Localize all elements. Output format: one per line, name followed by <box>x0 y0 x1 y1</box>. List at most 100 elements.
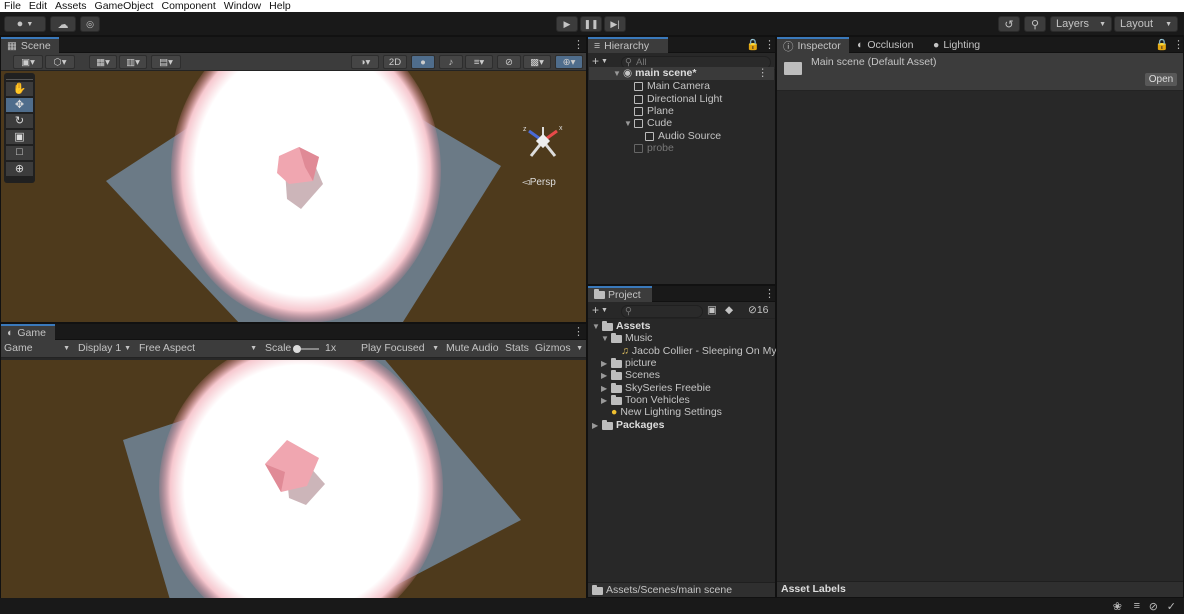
shading-dropdown[interactable]: ◑ ▾ <box>351 55 379 69</box>
menu-component[interactable]: Component <box>157 0 219 12</box>
more-icon[interactable]: ⋮ <box>764 287 775 300</box>
search-button[interactable]: ⚲ <box>1024 16 1046 32</box>
project-item-lighting-settings[interactable]: ● New Lighting Settings <box>611 406 722 419</box>
scene-tabbar: ▦ Scene ⋮ <box>1 37 586 53</box>
history-button[interactable]: ↺ <box>998 16 1020 32</box>
hierarchy-item-main-camera[interactable]: Main Camera <box>634 80 710 93</box>
play-focused-dropdown[interactable]: Play Focused ▼ <box>361 342 439 355</box>
pause-button[interactable]: ❚❚ <box>580 16 602 32</box>
hand-tool-icon[interactable]: ✋ <box>6 82 33 96</box>
menu-file[interactable]: File <box>0 0 25 12</box>
rotate-tool-icon[interactable]: ↻ <box>6 114 33 128</box>
toggle-2d-button[interactable]: 2D <box>383 55 407 69</box>
menu-edit[interactable]: Edit <box>25 0 51 12</box>
expand-arrow-icon[interactable]: ▼ <box>613 67 623 80</box>
project-item-music[interactable]: ▼ Music <box>601 332 652 345</box>
hierarchy-item-probe[interactable]: probe <box>634 142 674 155</box>
orientation-gizmo[interactable]: z x <box>523 125 563 157</box>
grid-snap-dropdown[interactable]: ▦ ▾ <box>89 55 117 69</box>
menu-help[interactable]: Help <box>265 0 295 12</box>
tab-hierarchy[interactable]: ≡ Hierarchy <box>588 37 668 53</box>
collab-button[interactable]: ◎ <box>80 16 100 32</box>
more-icon[interactable]: ⋮ <box>764 38 775 51</box>
folder-icon <box>594 289 605 299</box>
move-tool-icon[interactable]: ✥ <box>6 98 33 112</box>
gizmos-dropdown[interactable]: ⊕ ▾ <box>555 55 583 69</box>
visibility-toggle[interactable]: ⊘ <box>497 55 521 69</box>
expand-arrow-icon[interactable]: ▶ <box>592 419 602 432</box>
project-item-packages[interactable]: ▶ Packages <box>592 419 664 432</box>
expand-arrow-icon[interactable]: ▼ <box>624 117 634 130</box>
step-icon: ▶| <box>610 18 620 29</box>
network-icon[interactable]: ⊘ <box>1149 600 1158 613</box>
persp-label[interactable]: ◅Persp <box>522 177 556 188</box>
filter-label-icon[interactable]: ◆ <box>725 304 733 317</box>
hierarchy-item-cude[interactable]: ▼ Cude <box>624 117 672 130</box>
snap-dropdown[interactable]: ▥ ▾ <box>119 55 147 69</box>
aspect-dropdown[interactable]: Free Aspect ▼ <box>139 342 257 355</box>
open-button[interactable]: Open <box>1145 73 1177 86</box>
expand-arrow-icon[interactable]: ▶ <box>601 394 611 407</box>
cloud-button[interactable]: ☁ <box>50 16 76 32</box>
project-item-scenes[interactable]: ▶ Scenes <box>601 369 660 382</box>
more-icon[interactable]: ⋮ <box>758 67 769 80</box>
increment-snap-dropdown[interactable]: ▤ ▾ <box>151 55 181 69</box>
tab-occlusion[interactable]: ◐ Occlusion <box>851 37 919 53</box>
svg-text:x: x <box>559 125 563 132</box>
scale-slider[interactable] <box>293 345 319 353</box>
bug-icon[interactable]: ❀ <box>1113 600 1122 613</box>
gizmos-game-dropdown[interactable]: Gizmos ▼ <box>535 342 583 355</box>
display-dropdown[interactable]: Display 1 ▼ <box>78 342 131 355</box>
menu-assets[interactable]: Assets <box>51 0 91 12</box>
project-search-input[interactable]: ⚲ <box>621 305 703 318</box>
game-toolbar: Game ▼ Display 1 ▼ Free Aspect ▼ Scale 1x P… <box>1 340 586 358</box>
transform-tool-icon[interactable]: ⊕ <box>6 162 33 176</box>
lighting-toggle[interactable]: ● <box>411 55 435 69</box>
lock-icon[interactable]: 🔒 <box>1155 38 1169 51</box>
expand-arrow-icon[interactable]: ▼ <box>601 332 611 345</box>
audio-toggle[interactable]: ♪ <box>439 55 463 69</box>
hidden-packages-button[interactable]: ⊘ 16 <box>748 304 769 317</box>
more-icon[interactable]: ⋮ <box>573 325 584 338</box>
menu-gameobject[interactable]: GameObject <box>91 0 158 12</box>
gameobject-icon <box>645 132 654 141</box>
drag-handle[interactable] <box>6 75 33 80</box>
game-mode-dropdown[interactable]: Game ▼ <box>4 342 70 355</box>
layers-stack-icon[interactable]: ≡ <box>1134 600 1140 612</box>
lock-icon[interactable]: 🔒 <box>746 38 760 51</box>
stats-button[interactable]: Stats <box>505 342 529 355</box>
play-button[interactable]: ▶ <box>556 16 578 32</box>
more-icon[interactable]: ⋮ <box>1173 38 1184 51</box>
draw-mode-dropdown[interactable]: ▣ ▾ <box>13 55 43 69</box>
filter-type-icon[interactable]: ▣ <box>707 304 717 317</box>
slider-thumb[interactable] <box>293 345 301 353</box>
item-label: Packages <box>616 419 665 431</box>
more-icon[interactable]: ⋮ <box>573 38 584 51</box>
create-dropdown[interactable]: + ▼ <box>592 304 608 317</box>
expand-arrow-icon[interactable]: ▶ <box>601 369 611 382</box>
tab-inspector[interactable]: ⓘ Inspector <box>777 37 849 53</box>
game-viewport[interactable] <box>1 360 586 606</box>
scale-tool-icon[interactable]: ▣ <box>6 130 33 144</box>
menu-window[interactable]: Window <box>220 0 265 12</box>
tab-lighting[interactable]: ● Lighting <box>927 37 986 53</box>
layout-dropdown[interactable]: Layout ▼ <box>1114 16 1178 32</box>
rect-tool-icon[interactable]: □ <box>6 146 33 160</box>
folder-icon <box>611 394 622 405</box>
check-icon[interactable]: ✓ <box>1167 600 1176 613</box>
effects-dropdown[interactable]: ≡ ▾ <box>465 55 493 69</box>
layers-dropdown[interactable]: Layers ▼ <box>1050 16 1112 32</box>
asset-labels-heading[interactable]: Asset Labels <box>781 583 846 596</box>
scene-viewport[interactable]: z x ◅Persp ✋ ✥ ↻ ▣ □ ⊕ <box>1 71 586 322</box>
tab-scene[interactable]: ▦ Scene <box>1 37 59 53</box>
mute-audio-button[interactable]: Mute Audio <box>446 342 499 355</box>
tab-project[interactable]: Project <box>588 286 652 302</box>
path-breadcrumb[interactable]: Assets/Scenes/main scene <box>592 584 732 597</box>
step-button[interactable]: ▶| <box>604 16 626 32</box>
scene-root-row[interactable]: ▼ ◉ main scene* ⋮ <box>589 67 774 80</box>
render-mode-dropdown[interactable]: ⬡ ▾ <box>45 55 75 69</box>
camera-dropdown[interactable]: ▩ ▾ <box>523 55 551 69</box>
tab-game[interactable]: ◐ Game <box>1 324 55 340</box>
tab-lighting-label: Lighting <box>943 39 981 51</box>
account-button[interactable]: ● ▼ <box>4 16 46 32</box>
